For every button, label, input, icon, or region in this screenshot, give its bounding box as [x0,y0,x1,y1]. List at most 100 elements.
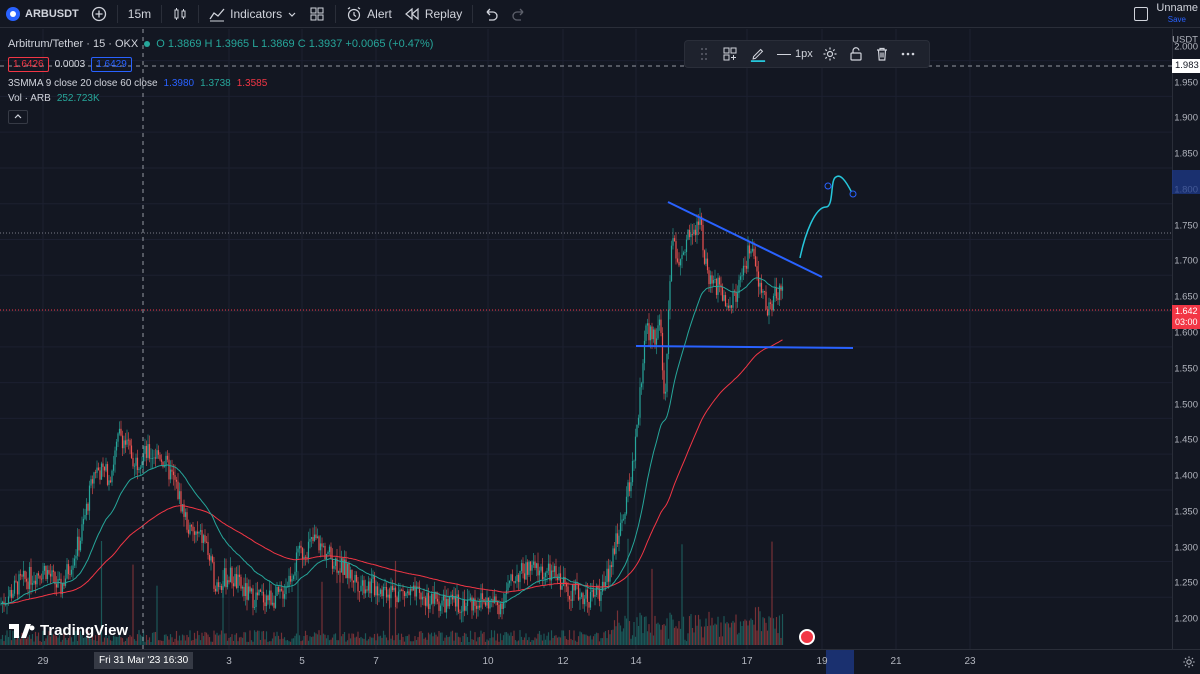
candle-body [526,562,529,575]
layout-name-button[interactable]: Unname Save [1156,3,1198,25]
candle-body [121,435,124,449]
candle-body [639,387,641,418]
projection-handle-start[interactable] [824,182,832,190]
candle-body [430,593,433,604]
volume-bar [658,624,661,645]
candle-body [9,590,11,597]
candle-body [225,568,227,588]
legend-ma-row[interactable]: 3SMMA 9 close 20 close 60 close 1.3980 1… [8,76,433,91]
undo-icon [486,8,498,21]
templates-button[interactable] [303,0,331,28]
candle-body [126,439,128,445]
candle-body [678,261,680,266]
volume-bar [250,640,253,645]
volume-bar [633,621,635,645]
tradingview-logo[interactable]: TradingView [9,622,128,639]
candle-body [586,589,589,603]
candle-body [150,458,152,460]
candle-body [745,265,748,269]
price-axis-tick: 1.400 [1174,470,1198,482]
volume-bar [513,630,515,645]
time-axis[interactable]: Fri 31 Mar '23 16:30 29 3 5 7 10 12 14 17 19 21 23 [0,649,1200,674]
volume-bar [462,635,464,645]
candle-body [16,581,19,595]
volume-bar [216,632,218,645]
volume-bar [271,638,274,645]
volume-bar [93,640,95,645]
volume-bar [477,637,479,645]
candle-body [694,229,697,236]
volume-bar [738,632,740,645]
volume-bar [126,638,128,645]
more-button[interactable] [895,41,921,67]
volume-bar [565,639,568,645]
indicators-button[interactable]: Indicators [203,0,303,28]
candle-body [136,457,139,470]
volume-bar [414,636,416,645]
candle-body [319,543,322,551]
redo-icon [512,8,524,21]
volume-bar [475,641,478,645]
legend-volume-row[interactable]: Vol · ARB 252.723K [8,91,433,106]
us-event-flag-icon[interactable] [799,629,815,645]
collapse-legend-button[interactable] [8,110,28,124]
compare-symbol-button[interactable] [85,0,113,28]
templates-button[interactable] [717,41,743,67]
volume-bar [625,618,628,645]
candle-body [327,551,329,554]
buy-price-button[interactable]: 1.6429 [91,56,132,72]
volume-bar [396,634,398,645]
volume-bar [175,630,178,645]
candle-body [321,543,323,547]
layout-square-icon[interactable] [1134,7,1149,21]
sell-price-button[interactable]: 1.6426 [8,56,49,72]
delete-button[interactable] [869,41,895,67]
candle-body [487,597,490,609]
volume-bar [679,628,682,645]
line-width-button[interactable]: 1px [773,48,817,60]
projection-handle-end[interactable] [849,190,857,198]
candle-body [235,574,238,588]
volume-bar [532,640,535,645]
lock-button[interactable] [843,41,869,67]
volume-bar [214,634,217,645]
candle-body [682,252,685,255]
volume-bar [439,632,442,645]
volume-bar [754,607,757,645]
alarm-clock-icon [347,6,361,21]
alert-button[interactable]: Alert [340,0,398,28]
volume-bar [763,618,766,645]
candle-body [216,582,218,592]
chart-type-button[interactable] [166,0,194,28]
symbol-search-button[interactable]: ARBUSDT [0,0,85,28]
candle-body [273,602,275,608]
volume-bar [580,632,583,645]
volume-bar [672,619,674,645]
line-color-button[interactable] [743,41,773,67]
legend-symbol-title[interactable]: Arbitrum/Tether · 15 · OKX [8,38,138,50]
time-axis-tick: 19 [816,656,828,667]
volume-bar [292,638,295,645]
volume-bar [685,641,688,645]
candle-body [33,580,35,584]
candle-body [18,574,20,595]
settings-button[interactable] [817,41,843,67]
price-axis[interactable]: USDT 2.0001.9501.9001.8501.8001.7501.700… [1172,29,1200,649]
chart-settings-gear-icon[interactable] [1182,655,1196,669]
replay-button[interactable]: Replay [398,0,468,28]
candle-body [687,229,689,240]
candle-body [432,593,434,604]
candle-body [760,282,763,293]
interval-button[interactable]: 15m [122,0,157,28]
volume-bar [30,638,32,645]
candle-body [364,589,367,594]
candle-body [759,282,761,287]
drag-handle[interactable] [691,41,717,67]
redo-button[interactable] [505,0,533,28]
undo-button[interactable] [477,0,505,28]
volume-bar [780,637,782,645]
candle-body [109,480,112,483]
template-grid-icon [723,47,737,61]
candle-body [73,558,76,566]
volume-bar [727,623,730,645]
